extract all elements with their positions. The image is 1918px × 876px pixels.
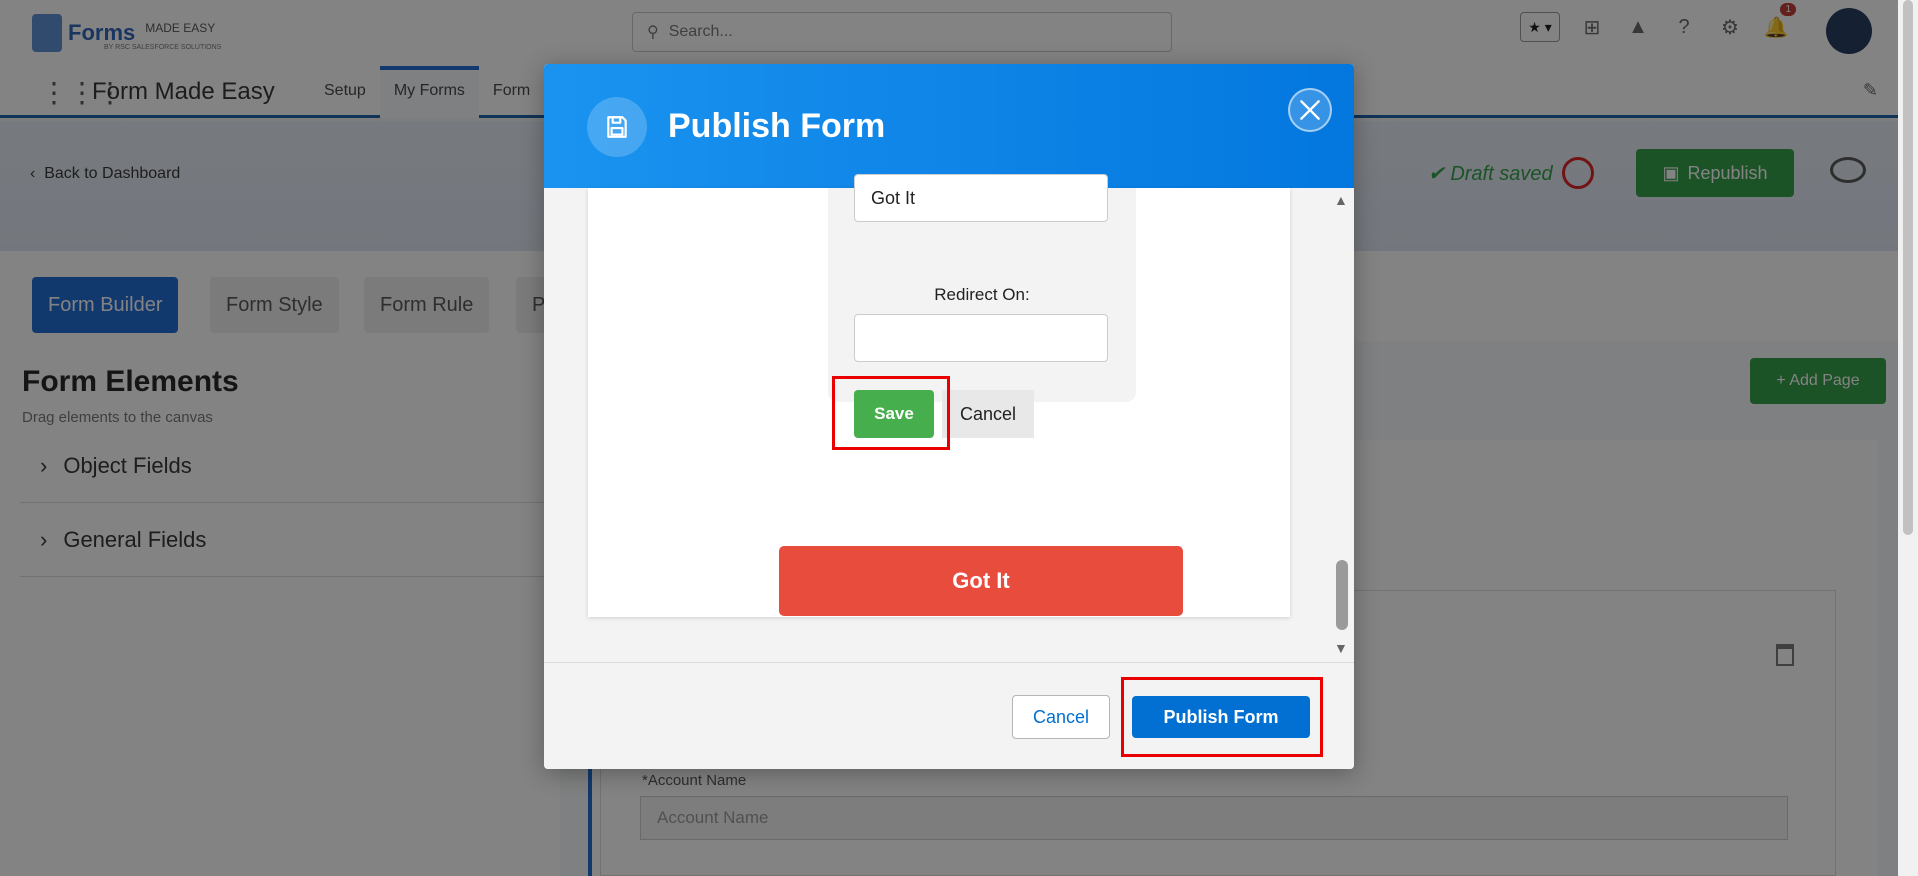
- got-it-button[interactable]: Got It: [779, 546, 1183, 616]
- scroll-down-arrow-icon[interactable]: ▼: [1334, 640, 1348, 656]
- redirect-url-input[interactable]: [854, 314, 1108, 362]
- cancel-button[interactable]: Cancel: [1012, 695, 1110, 739]
- page-scrollbar-thumb[interactable]: [1903, 0, 1913, 535]
- close-icon[interactable]: [1288, 88, 1332, 132]
- modal-header: Publish Form: [544, 64, 1354, 188]
- thank-you-preview: Got It Redirect On: Save Cancel Got It: [588, 174, 1290, 617]
- save-icon: [587, 97, 647, 157]
- redirect-on-label: Redirect On:: [934, 285, 1030, 304]
- publish-form-modal: Publish Form Got It Redirect On: Save Ca…: [544, 64, 1354, 769]
- modal-scrollbar-thumb[interactable]: [1336, 560, 1348, 630]
- publish-highlight-box: [1121, 677, 1323, 757]
- modal-title: Publish Form: [668, 107, 886, 145]
- button-text-input[interactable]: Got It: [854, 174, 1108, 222]
- modal-body: Got It Redirect On: Save Cancel Got It ▲…: [544, 174, 1354, 662]
- scroll-up-arrow-icon[interactable]: ▲: [1334, 192, 1348, 208]
- save-highlight-box: [832, 376, 950, 450]
- cancel-config-button[interactable]: Cancel: [942, 390, 1034, 438]
- modal-footer: Cancel Publish Form: [544, 662, 1354, 769]
